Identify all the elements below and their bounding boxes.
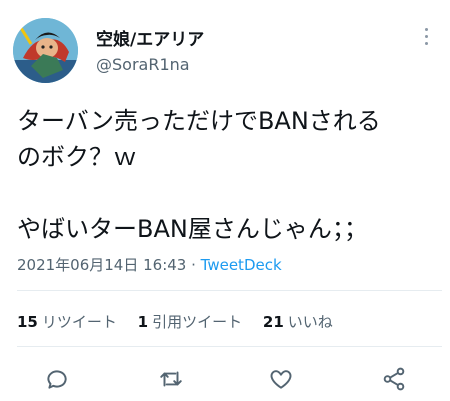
heart-icon[interactable] xyxy=(268,366,294,392)
quotes-count: 1 xyxy=(137,313,149,331)
likes-label: いいね xyxy=(287,313,333,331)
divider xyxy=(17,346,442,347)
tweet-text-line: やばいターBAN屋さんじゃん；； xyxy=(17,215,368,243)
quotes-stat[interactable]: 1 引用ツイート xyxy=(138,311,242,332)
retweets-stat[interactable]: 15 リツイート xyxy=(17,311,117,332)
retweet-icon[interactable] xyxy=(158,366,184,392)
tweet-stats: 15 リツイート 1 引用ツイート 21 いいね xyxy=(17,311,349,332)
divider xyxy=(17,290,442,291)
likes-stat[interactable]: 21 いいね xyxy=(263,311,333,332)
timestamp[interactable]: 2021年06月14日 16:43 xyxy=(17,256,186,274)
source-link[interactable]: TweetDeck xyxy=(201,256,282,274)
tweet-text-line: ターバン売っただけでBANされる xyxy=(17,107,381,135)
meta-separator: · xyxy=(186,256,201,274)
tweet-text: ターバン売っただけでBANされる のボク？ｗ やばいターBAN屋さんじゃん；； xyxy=(17,103,442,247)
quotes-label: 引用ツイート xyxy=(152,313,243,331)
likes-count: 21 xyxy=(262,313,284,331)
avatar-image xyxy=(13,18,78,83)
tweet-actions xyxy=(0,360,450,396)
reply-icon[interactable] xyxy=(44,366,70,392)
tweet-header: 空娘/エアリア @SoraR1na xyxy=(0,0,450,90)
tweet-meta: 2021年06月14日 16:43 · TweetDeck xyxy=(17,254,282,275)
more-vertical-icon[interactable] xyxy=(421,28,431,50)
display-name[interactable]: 空娘/エアリア xyxy=(96,25,204,50)
user-handle[interactable]: @SoraR1na xyxy=(96,55,190,74)
tweet-text-line: のボク？ｗ xyxy=(17,143,137,171)
avatar[interactable] xyxy=(13,18,78,83)
share-icon[interactable] xyxy=(381,366,407,392)
retweets-label: リツイート xyxy=(41,313,117,331)
retweets-count: 15 xyxy=(17,313,38,331)
tweet-text-spacer xyxy=(17,175,442,211)
